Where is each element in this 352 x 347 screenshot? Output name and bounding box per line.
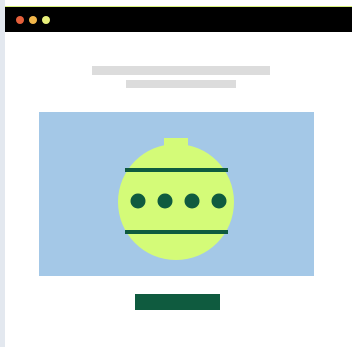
maximize-window-button[interactable] xyxy=(42,16,50,24)
ornament-icon xyxy=(118,138,234,260)
minimize-window-button[interactable] xyxy=(29,16,37,24)
browser-window xyxy=(5,6,352,347)
title-placeholder xyxy=(92,66,270,75)
close-window-button[interactable] xyxy=(16,16,24,24)
hero-image xyxy=(39,112,314,276)
subtitle-placeholder xyxy=(126,80,236,88)
window-titlebar xyxy=(5,6,352,32)
primary-action-button[interactable] xyxy=(135,294,220,310)
